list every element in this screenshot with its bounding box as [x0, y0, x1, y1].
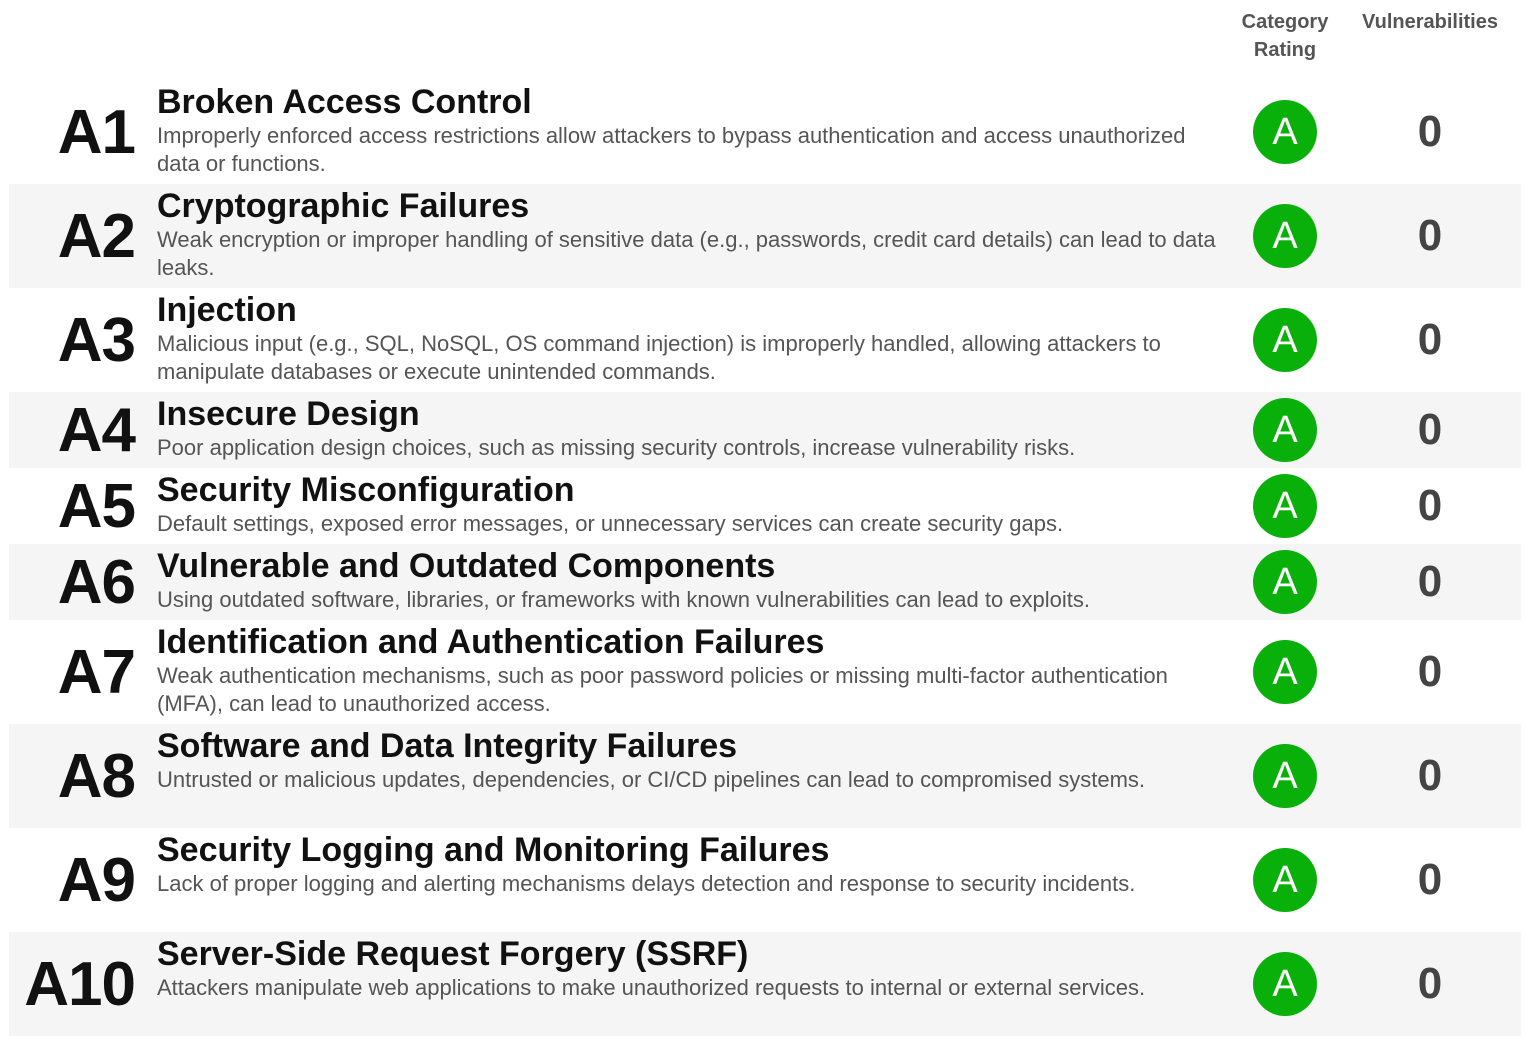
vulnerability-count: 0 — [1417, 481, 1443, 530]
category-title: Injection — [157, 291, 297, 329]
category-title: Security Misconfiguration — [157, 471, 575, 509]
table-row: A5 Security Misconfiguration Default set… — [9, 468, 1521, 544]
rating-badge: A — [1253, 640, 1317, 704]
category-description: Attackers manipulate web applications to… — [157, 975, 1146, 1000]
category-content: Software and Data Integrity Failures Unt… — [157, 726, 1222, 794]
category-code: A9 — [57, 845, 136, 915]
vulnerability-count: 0 — [1417, 107, 1443, 156]
rating-cell: A — [1224, 184, 1346, 288]
table-row: A4 Insecure Design Poor application desi… — [9, 392, 1521, 468]
category-content: Vulnerable and Outdated Components Using… — [157, 546, 1222, 614]
vulnerability-count: 0 — [1417, 211, 1443, 260]
rating-cell: A — [1224, 828, 1346, 932]
rating-badge: A — [1253, 952, 1317, 1016]
category-title: Cryptographic Failures — [157, 187, 530, 225]
rating-cell: A — [1224, 620, 1346, 724]
category-title: Security Logging and Monitoring Failures — [157, 831, 830, 869]
vulnerability-count: 0 — [1417, 959, 1443, 1008]
category-code: A2 — [57, 201, 136, 271]
rating-cell: A — [1224, 80, 1346, 184]
rating-cell: A — [1224, 288, 1346, 392]
table-header: Category Rating Vulnerabilities — [0, 0, 1525, 80]
vulnerability-count: 0 — [1417, 315, 1443, 364]
vulnerability-count: 0 — [1417, 855, 1443, 904]
category-code: A6 — [57, 547, 136, 617]
table-row: A6 Vulnerable and Outdated Components Us… — [9, 544, 1521, 620]
vulnerability-count: 0 — [1417, 405, 1443, 454]
rating-badge: A — [1253, 308, 1317, 372]
rating-cell: A — [1224, 724, 1346, 828]
vulnerability-count: 0 — [1417, 557, 1443, 606]
category-title: Software and Data Integrity Failures — [157, 727, 738, 765]
category-code: A5 — [57, 471, 136, 541]
table-row: A10 Server-Side Request Forgery (SSRF) A… — [9, 932, 1521, 1036]
category-title: Broken Access Control — [157, 83, 532, 121]
category-content: Security Misconfiguration Default settin… — [157, 470, 1222, 538]
category-content: Insecure Design Poor application design … — [157, 394, 1222, 462]
rating-badge: A — [1253, 550, 1317, 614]
category-code: A1 — [57, 97, 136, 167]
category-code: A10 — [24, 949, 136, 1019]
rating-badge: A — [1253, 398, 1317, 462]
rating-badge: A — [1253, 204, 1317, 268]
rating-badge: A — [1253, 100, 1317, 164]
category-rating-header: Category Rating — [1241, 11, 1329, 61]
category-content: Identification and Authentication Failur… — [157, 622, 1222, 718]
category-code: A7 — [57, 637, 136, 707]
category-content: Injection Malicious input (e.g., SQL, No… — [157, 290, 1222, 386]
category-description: Default settings, exposed error messages… — [157, 511, 1064, 536]
owasp-category-list: A1 Broken Access Control Improperly enfo… — [9, 80, 1521, 1036]
category-title: Identification and Authentication Failur… — [157, 623, 825, 661]
category-title: Server-Side Request Forgery (SSRF) — [157, 935, 749, 973]
table-row: A8 Software and Data Integrity Failures … — [9, 724, 1521, 828]
rating-cell: A — [1224, 544, 1346, 620]
category-description: Weak encryption or improper handling of … — [157, 227, 1216, 280]
table-row: A2 Cryptographic Failures Weak encryptio… — [9, 184, 1521, 288]
rating-cell: A — [1224, 932, 1346, 1036]
table-row: A3 Injection Malicious input (e.g., SQL,… — [9, 288, 1521, 392]
category-description: Untrusted or malicious updates, dependen… — [157, 767, 1146, 792]
category-code: A4 — [57, 395, 136, 465]
category-content: Server-Side Request Forgery (SSRF) Attac… — [157, 934, 1222, 1002]
category-description: Using outdated software, libraries, or f… — [157, 587, 1090, 612]
rating-badge: A — [1253, 744, 1317, 808]
table-row: A1 Broken Access Control Improperly enfo… — [9, 80, 1521, 184]
category-description: Weak authentication mechanisms, such as … — [157, 663, 1168, 716]
rating-badge: A — [1253, 474, 1317, 538]
category-title: Insecure Design — [157, 395, 420, 433]
category-content: Broken Access Control Improperly enforce… — [157, 82, 1222, 178]
table-row: A9 Security Logging and Monitoring Failu… — [9, 828, 1521, 932]
category-content: Security Logging and Monitoring Failures… — [157, 830, 1222, 898]
category-description: Improperly enforced access restrictions … — [157, 123, 1186, 176]
category-code: A8 — [57, 741, 136, 811]
category-title: Vulnerable and Outdated Components — [157, 547, 776, 585]
category-description: Malicious input (e.g., SQL, NoSQL, OS co… — [157, 331, 1161, 384]
rating-cell: A — [1224, 392, 1346, 468]
category-code: A3 — [57, 305, 136, 375]
rating-badge: A — [1253, 848, 1317, 912]
vulnerabilities-header: Vulnerabilities — [1362, 11, 1498, 33]
vulnerability-count: 0 — [1417, 647, 1443, 696]
vulnerability-count: 0 — [1417, 751, 1443, 800]
category-description: Poor application design choices, such as… — [157, 435, 1076, 460]
category-content: Cryptographic Failures Weak encryption o… — [157, 186, 1222, 282]
rating-cell: A — [1224, 468, 1346, 544]
table-row: A7 Identification and Authentication Fai… — [9, 620, 1521, 724]
category-description: Lack of proper logging and alerting mech… — [157, 871, 1136, 896]
